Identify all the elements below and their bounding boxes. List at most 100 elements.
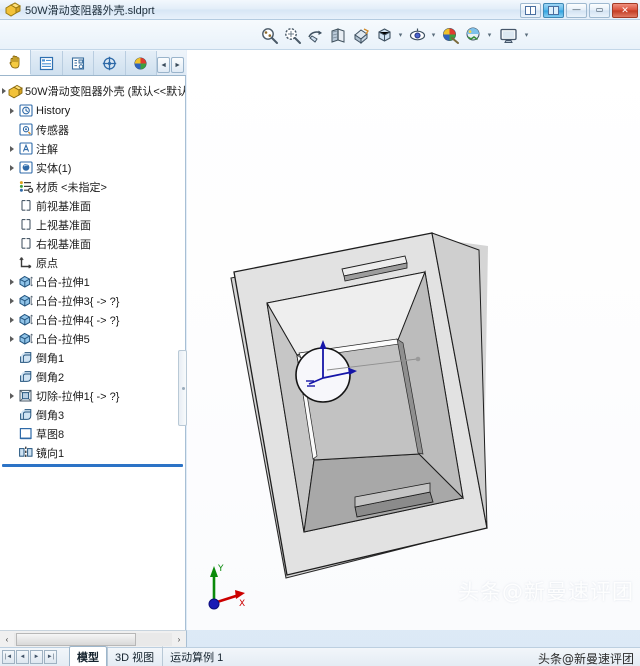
tree-item-twisty[interactable]: [6, 392, 17, 399]
tree-item-label: 原点: [36, 257, 58, 270]
hscroll-track[interactable]: [14, 632, 172, 646]
feature-manager-tab-nav: ◄ ►: [157, 57, 186, 75]
tree-item-twisty[interactable]: [6, 335, 17, 342]
feature-tree-rows: History 传感器注解实体(1) 材质 <未指定> 前视基准面 上视基准面右视基准面…: [0, 101, 185, 462]
tree-item[interactable]: 前视基准面: [0, 196, 185, 215]
panel-splitter-handle[interactable]: [178, 350, 187, 426]
hscroll-thumb[interactable]: [16, 632, 136, 646]
display-style-icon[interactable]: [373, 23, 395, 47]
view-setting-display-icon[interactable]: [495, 23, 521, 47]
hide-show-items-icon[interactable]: [406, 23, 428, 47]
feature-tree[interactable]: 50W滑动变阻器外壳 (默认<<默认>_ History 传感器注解实体(1) 材质…: [0, 76, 185, 630]
plane-icon: [17, 217, 34, 233]
tree-item-twisty[interactable]: [6, 145, 17, 152]
tree-item[interactable]: 凸台-拉伸3{ -> ?}: [0, 291, 185, 310]
rotate-view-icon[interactable]: [304, 23, 326, 47]
watermark-handle: @新曼速评团: [561, 652, 634, 666]
minimize-button[interactable]: —: [566, 2, 587, 18]
fillet-icon: [19, 408, 31, 420]
status-watermark: 头条@新曼速评团: [538, 650, 634, 666]
tree-item-twisty[interactable]: [6, 278, 17, 285]
tab-display-manager[interactable]: [125, 51, 158, 75]
tree-item[interactable]: 实体(1): [0, 158, 185, 177]
part-icon: [6, 83, 23, 99]
graphics-viewport[interactable]: Y X 头条@新曼速评团: [187, 50, 640, 630]
plane-icon: [20, 219, 31, 230]
edit-appearance-icon[interactable]: [439, 23, 461, 47]
tab-nav-prev-button[interactable]: ◄: [157, 57, 171, 73]
hscroll-right-button[interactable]: ›: [172, 631, 186, 647]
apply-scene-caret-icon[interactable]: ▾: [485, 23, 494, 47]
reference-axis-endpoint: [415, 356, 421, 362]
tree-item-label: 注解: [36, 143, 58, 156]
tree-item-label: 倒角3: [36, 409, 65, 422]
feature-tree-hscrollbar[interactable]: ‹ ›: [0, 630, 187, 647]
cut-extrude-icon: [19, 389, 31, 402]
tab-model[interactable]: 模型: [69, 645, 107, 666]
apply-scene-icon[interactable]: [462, 23, 484, 47]
tree-item[interactable]: 倒角2: [0, 367, 185, 386]
tree-item[interactable]: 镜向1: [0, 443, 185, 462]
tree-item-label: 凸台-拉伸1: [36, 276, 90, 289]
maximize-button[interactable]: ▭: [589, 2, 610, 18]
anim-last-button[interactable]: ►|: [44, 650, 57, 664]
configuration-icon: [71, 56, 84, 70]
tree-item-label: 镜向1: [36, 447, 65, 460]
close-icon: ✕: [621, 4, 629, 15]
watermark-prefix: 头条: [537, 652, 562, 666]
anim-first-button[interactable]: |◄: [2, 650, 15, 664]
tree-item[interactable]: 右视基准面: [0, 234, 185, 253]
tree-item[interactable]: 原点: [0, 253, 185, 272]
zoom-to-fit-icon[interactable]: [258, 23, 280, 47]
split-panel-button[interactable]: [543, 2, 564, 18]
annotation-icon: [18, 142, 33, 155]
tree-root-item[interactable]: 50W滑动变阻器外壳 (默认<<默认>_: [0, 81, 185, 101]
boss-extrude-icon: [17, 331, 34, 347]
tree-item-label: 右视基准面: [36, 238, 91, 251]
tree-item[interactable]: 凸台-拉伸4{ -> ?}: [0, 310, 185, 329]
view-orientation-triad: Y X: [208, 564, 245, 610]
tab-3d-views[interactable]: 3D 视图: [107, 645, 162, 666]
tree-item-twisty[interactable]: [6, 164, 17, 171]
tab-motion-study[interactable]: 运动算例 1: [162, 645, 231, 666]
tree-item[interactable]: 材质 <未指定>: [0, 177, 185, 196]
tab-configuration-manager[interactable]: [62, 51, 95, 75]
view-orientation-icon[interactable]: [350, 23, 372, 47]
tree-item[interactable]: 凸台-拉伸5: [0, 329, 185, 348]
restore-panel-button[interactable]: [520, 2, 541, 18]
tree-item-twisty[interactable]: [6, 316, 17, 323]
tree-item[interactable]: 凸台-拉伸1: [0, 272, 185, 291]
fillet-icon: [17, 369, 34, 385]
close-button[interactable]: ✕: [612, 2, 638, 18]
view-setting-caret-icon[interactable]: ▾: [522, 23, 531, 47]
tree-item[interactable]: 草图8: [0, 424, 185, 443]
model-3d-view[interactable]: Y X: [187, 50, 640, 630]
tree-item-label: 凸台-拉伸5: [36, 333, 90, 346]
zoom-to-area-icon[interactable]: [281, 23, 303, 47]
tree-item-twisty[interactable]: [6, 107, 17, 114]
tree-item[interactable]: 切除-拉伸1{ -> ?}: [0, 386, 185, 405]
plane-icon: [20, 238, 31, 249]
rollback-bar[interactable]: [2, 464, 183, 467]
triad-y-label: Y: [217, 564, 224, 574]
hide-show-items-caret-icon[interactable]: ▾: [429, 23, 438, 47]
tree-item[interactable]: History: [0, 101, 185, 120]
section-view-icon[interactable]: [327, 23, 349, 47]
tab-dimxpert-manager[interactable]: [94, 51, 126, 75]
tab-property-manager[interactable]: [31, 51, 63, 75]
plane-icon: [17, 236, 34, 252]
tree-item[interactable]: 倒角3: [0, 405, 185, 424]
tree-item[interactable]: 传感器: [0, 120, 185, 139]
tree-item[interactable]: 上视基准面: [0, 215, 185, 234]
hscroll-left-button[interactable]: ‹: [0, 631, 14, 647]
tree-item[interactable]: 倒角1: [0, 348, 185, 367]
tree-item[interactable]: 注解: [0, 139, 185, 158]
anim-prev-button[interactable]: ◄: [16, 650, 29, 664]
tab-nav-next-button[interactable]: ►: [171, 57, 185, 73]
solid-bodies-icon: [17, 160, 34, 176]
anim-next-button[interactable]: ►: [30, 650, 43, 664]
tree-item-twisty[interactable]: [6, 297, 17, 304]
tree-root-label: 50W滑动变阻器外壳 (默认<<默认>_: [25, 86, 185, 98]
tab-feature-tree[interactable]: [0, 50, 32, 75]
display-style-caret-icon[interactable]: ▾: [396, 23, 405, 47]
